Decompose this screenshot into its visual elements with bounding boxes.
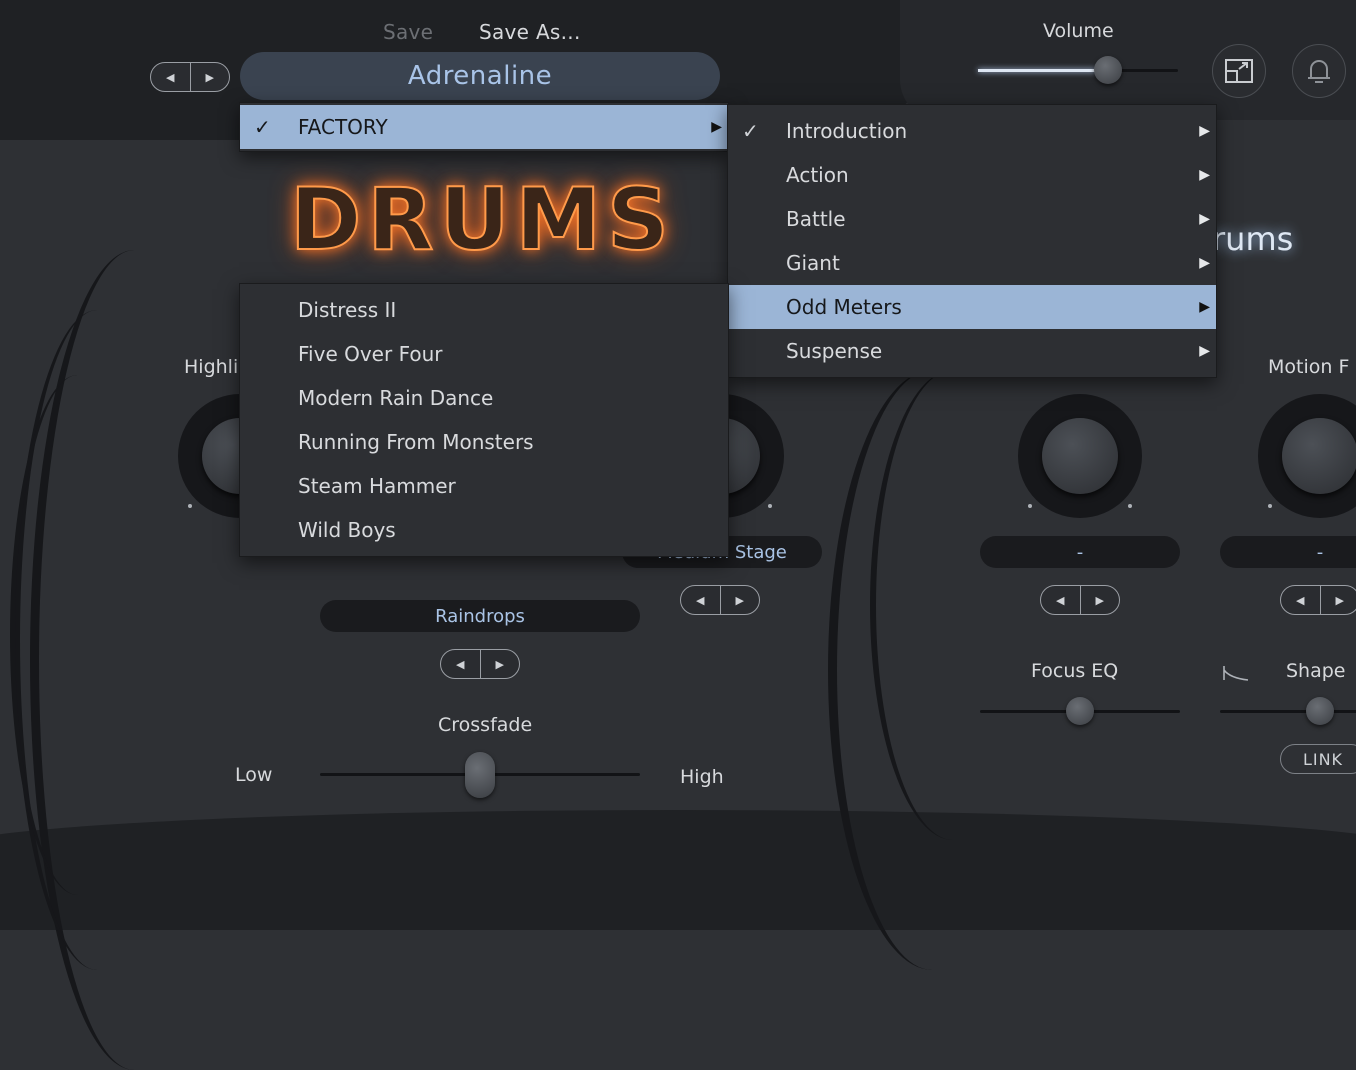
resize-button[interactable] — [1212, 44, 1266, 98]
submenu-arrow-icon: ▶ — [1199, 167, 1210, 183]
menu-item-label: Suspense — [786, 339, 882, 363]
knob-max-dot — [768, 504, 772, 508]
crossfade-label: Crossfade — [438, 714, 532, 736]
decorative-arc — [10, 375, 145, 895]
preset-nav: ◀ ▶ — [150, 62, 230, 92]
submenu-arrow-icon: ▶ — [1199, 255, 1210, 271]
crossfade-low-label: Low — [235, 764, 272, 786]
motion-nav: ◀ ▶ — [1280, 585, 1356, 615]
menu-item-preset[interactable]: Distress II — [240, 288, 728, 332]
knob-max-dot — [1128, 504, 1132, 508]
top-right-panel — [900, 0, 1356, 120]
menu-item-action[interactable]: Action ▶ — [728, 153, 1216, 197]
raindrops-next-button[interactable]: ▶ — [481, 650, 520, 678]
resize-icon — [1224, 58, 1254, 84]
check-icon: ✓ — [742, 119, 768, 143]
submenu-arrow-icon: ▶ — [1199, 211, 1210, 227]
knob-3-prev-button[interactable]: ◀ — [1041, 586, 1081, 614]
decorative-arc — [870, 370, 1036, 840]
menu-item-label: Battle — [786, 207, 846, 231]
preset-list-menu: Distress II Five Over Four Modern Rain D… — [239, 283, 729, 557]
raindrops-nav: ◀ ▶ — [440, 649, 520, 679]
menu-item-preset[interactable]: Modern Rain Dance — [240, 376, 728, 420]
category-menu: ✓ Introduction ▶ Action ▶ Battle ▶ Giant… — [727, 104, 1217, 378]
menu-item-label: Steam Hammer — [298, 474, 456, 498]
preset-name-field[interactable]: Adrenaline — [240, 52, 720, 100]
bell-icon — [1305, 56, 1333, 86]
menu-item-suspense[interactable]: Suspense ▶ — [728, 329, 1216, 373]
volume-slider-thumb[interactable] — [1094, 56, 1122, 84]
focus-eq-slider-thumb[interactable] — [1066, 697, 1094, 725]
menu-item-label: Modern Rain Dance — [298, 386, 493, 410]
menu-item-label: Introduction — [786, 119, 907, 143]
knob-min-dot — [1028, 504, 1032, 508]
knob-3-value[interactable]: - — [980, 536, 1180, 568]
motion-prev-button[interactable]: ◀ — [1281, 586, 1321, 614]
menu-item-giant[interactable]: Giant ▶ — [728, 241, 1216, 285]
shape-slider-thumb[interactable] — [1306, 697, 1334, 725]
menu-item-preset[interactable]: Steam Hammer — [240, 464, 728, 508]
save-button[interactable]: Save — [383, 20, 433, 44]
stage-prev-button[interactable]: ◀ — [681, 586, 721, 614]
menu-item-label: Action — [786, 163, 849, 187]
menu-item-label: Giant — [786, 251, 840, 275]
check-icon: ✓ — [254, 115, 280, 139]
highlight-label: Highli — [184, 356, 238, 378]
menu-item-label: FACTORY — [298, 115, 388, 139]
knob-min-dot — [1268, 504, 1272, 508]
menu-item-preset[interactable]: Wild Boys — [240, 508, 728, 552]
raindrops-value[interactable]: Raindrops — [320, 600, 640, 632]
motion-value[interactable]: - — [1220, 536, 1356, 568]
save-as-button[interactable]: Save As... — [479, 20, 581, 44]
decay-curve-icon — [1222, 664, 1250, 682]
menu-item-preset[interactable]: Five Over Four — [240, 332, 728, 376]
prev-preset-button[interactable]: ◀ — [151, 63, 191, 91]
menu-item-label: Wild Boys — [298, 518, 396, 542]
menu-item-factory[interactable]: ✓ FACTORY ▶ — [240, 105, 728, 149]
knob-3-next-button[interactable]: ▶ — [1081, 586, 1120, 614]
menu-item-odd-meters[interactable]: Odd Meters ▶ — [728, 285, 1216, 329]
menu-item-battle[interactable]: Battle ▶ — [728, 197, 1216, 241]
knob-3-nav: ◀ ▶ — [1040, 585, 1120, 615]
focus-eq-label: Focus EQ — [1031, 660, 1118, 682]
submenu-arrow-icon: ▶ — [1199, 299, 1210, 315]
notifications-button[interactable] — [1292, 44, 1346, 98]
stage-next-button[interactable]: ▶ — [721, 586, 760, 614]
motion-knob[interactable] — [1258, 394, 1356, 518]
drums-logo-title: DRUMS — [290, 170, 675, 270]
menu-item-introduction[interactable]: ✓ Introduction ▶ — [728, 109, 1216, 153]
menu-item-preset[interactable]: Running From Monsters — [240, 420, 728, 464]
preset-root-menu: ✓ FACTORY ▶ — [239, 102, 729, 152]
submenu-arrow-icon: ▶ — [1199, 123, 1210, 139]
submenu-arrow-icon: ▶ — [1199, 343, 1210, 359]
volume-label: Volume — [1043, 20, 1114, 42]
secondary-title: rums — [1212, 220, 1293, 258]
volume-fill — [978, 69, 1108, 72]
motion-next-button[interactable]: ▶ — [1321, 586, 1356, 614]
shape-slider[interactable] — [1220, 710, 1356, 713]
menu-item-label: Odd Meters — [786, 295, 902, 319]
crossfade-high-label: High — [680, 766, 724, 788]
next-preset-button[interactable]: ▶ — [191, 63, 230, 91]
menu-item-label: Five Over Four — [298, 342, 443, 366]
knob-min-dot — [188, 504, 192, 508]
menu-item-label: Running From Monsters — [298, 430, 534, 454]
shape-label: Shape — [1286, 660, 1346, 682]
motion-label: Motion F — [1268, 356, 1349, 378]
menu-item-label: Distress II — [298, 298, 396, 322]
raindrops-prev-button[interactable]: ◀ — [441, 650, 481, 678]
crossfade-slider-thumb[interactable] — [465, 752, 495, 798]
link-button[interactable]: LINK — [1280, 744, 1356, 774]
stage-nav: ◀ ▶ — [680, 585, 760, 615]
knob-3[interactable] — [1018, 394, 1142, 518]
submenu-arrow-icon: ▶ — [711, 119, 722, 135]
